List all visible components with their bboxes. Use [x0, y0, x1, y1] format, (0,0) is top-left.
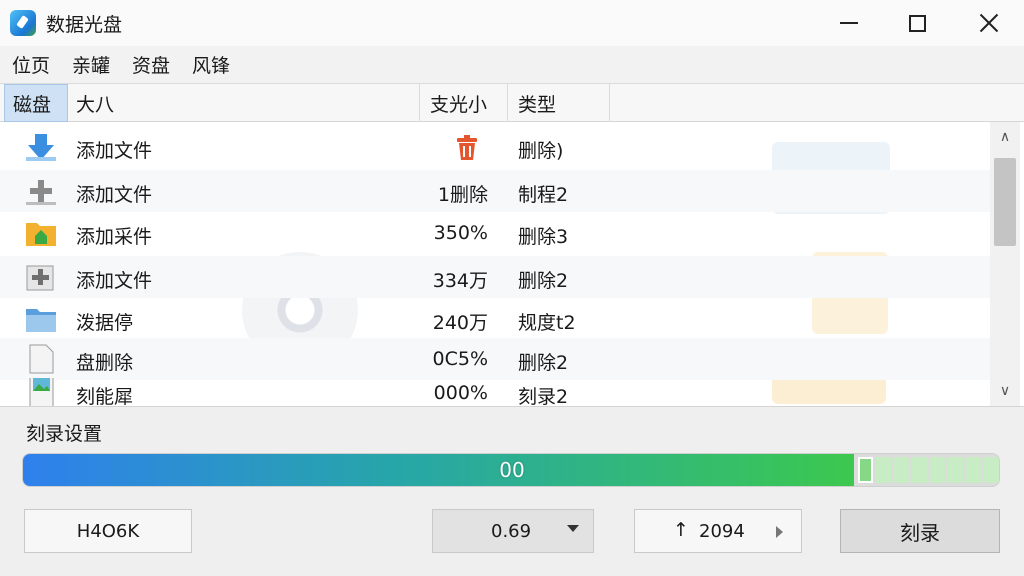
maximize-button[interactable]	[894, 0, 940, 46]
vertical-scrollbar[interactable]: ∧ ∨	[990, 122, 1020, 406]
menu-bar: 位页 亲罐 资盘 风锋	[0, 46, 1024, 84]
list-item[interactable]: 添加文件 1删除 制程2	[0, 170, 990, 212]
column-size[interactable]: 大八	[72, 84, 420, 122]
close-button[interactable]	[966, 0, 1012, 46]
burn-panel: 刻录设置 00 H4O6K 0.69 ↑ 2094 刻录	[0, 406, 1024, 576]
window-title: 数据光盘	[46, 14, 123, 36]
download-arrow-icon	[26, 134, 56, 161]
minimize-icon	[840, 22, 858, 24]
speed-dropdown[interactable]: 0.69	[432, 509, 594, 553]
item-name: 添加文件	[76, 184, 153, 206]
column-sub[interactable]: 支光小	[420, 84, 508, 122]
list-item[interactable]: 添加采件 350% 删除3	[0, 212, 990, 254]
speed-value: 0.69	[491, 520, 532, 542]
home-folder-icon	[26, 223, 56, 246]
scroll-thumb[interactable]	[994, 158, 1016, 246]
folder-icon	[26, 309, 56, 332]
add-file-icon	[26, 265, 54, 291]
item-size: 1删除	[437, 184, 488, 206]
item-name: 泼据停	[76, 312, 134, 334]
disc-size-field[interactable]: H4O6K	[24, 509, 192, 553]
image-file-icon	[29, 378, 54, 406]
item-type: 删除)	[518, 140, 564, 162]
menu-item-3[interactable]: 资盘	[132, 51, 170, 78]
image-file-icon	[29, 344, 54, 374]
progress-text: 00	[499, 458, 525, 482]
close-icon	[979, 13, 999, 33]
copies-stepper[interactable]: ↑ 2094	[634, 509, 802, 553]
disc-burner-icon	[10, 10, 36, 36]
menu-item-1[interactable]: 位页	[12, 51, 50, 78]
column-header: 磁盘 大八 支光小 类型	[0, 84, 1024, 122]
title-bar: 数据光盘	[0, 0, 1024, 46]
column-type[interactable]: 类型	[508, 84, 610, 122]
item-name: 添加文件	[76, 140, 153, 162]
menu-item-4[interactable]: 风锋	[192, 51, 230, 78]
burn-settings-label: 刻录设置	[26, 423, 103, 445]
list-item[interactable]: 泼据停 240万 规度t2	[0, 298, 990, 340]
item-size: 000%	[433, 382, 488, 404]
scroll-down-icon[interactable]: ∨	[990, 376, 1020, 406]
item-type: 删除2	[518, 270, 569, 292]
copies-value: 2094	[699, 521, 745, 542]
chevron-down-icon	[567, 525, 579, 532]
play-right-icon[interactable]	[776, 526, 783, 538]
minimize-button[interactable]	[826, 0, 872, 46]
item-name: 盘删除	[76, 352, 134, 374]
plus-icon	[26, 180, 56, 205]
arrow-up-icon: ↑	[673, 519, 689, 541]
list-item[interactable]: 添加文件 334万 删除2	[0, 256, 990, 298]
list-item[interactable]: 添加文件 删除)	[0, 126, 990, 168]
item-type: 删除2	[518, 352, 569, 374]
item-type: 规度t2	[518, 312, 576, 334]
burn-progress-bar: 00	[22, 453, 1000, 487]
item-size: 350%	[433, 222, 488, 244]
list-item[interactable]: 刻能犀 000% 刻录2	[0, 372, 990, 406]
item-size: 240万	[432, 312, 488, 334]
item-size: 0C5%	[432, 348, 489, 370]
file-list[interactable]: 添加文件 删除) 添加文件 1删除 制程2 添加采件 350% 删除3 添加文件…	[0, 122, 990, 406]
burn-button[interactable]: 刻录	[840, 509, 1000, 553]
item-name: 刻能犀	[76, 386, 134, 406]
item-name: 添加文件	[76, 270, 153, 292]
item-size: 334万	[432, 270, 488, 292]
trash-icon[interactable]	[454, 135, 480, 161]
item-name: 添加采件	[76, 226, 153, 248]
menu-item-2[interactable]: 亲罐	[72, 51, 110, 78]
scroll-up-icon[interactable]: ∧	[990, 122, 1020, 152]
item-type: 删除3	[518, 226, 569, 248]
maximize-icon	[908, 14, 926, 32]
item-type: 刻录2	[518, 386, 569, 406]
item-type: 制程2	[518, 184, 569, 206]
column-disc[interactable]: 磁盘	[4, 84, 68, 122]
